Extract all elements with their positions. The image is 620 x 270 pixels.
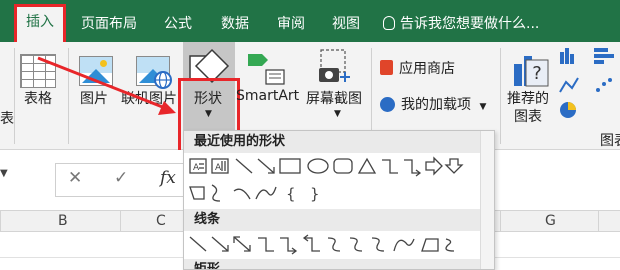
addins-icon — [380, 97, 395, 112]
lightbulb-icon — [383, 16, 395, 30]
right-arrow-shape-icon — [425, 156, 443, 176]
elbow-connector-icon — [382, 159, 398, 174]
shapes-gallery-dropdown: 最近使用的形状 A A { } 线条 矩形 — [183, 130, 495, 270]
tab-review[interactable]: 审阅 — [277, 12, 305, 36]
triangle-shape-icon — [357, 157, 377, 174]
line-chart-icon — [559, 77, 579, 93]
tell-me-search[interactable]: 告诉我您想要做什么... — [383, 12, 539, 36]
charts-group-label: 图表 — [600, 133, 620, 149]
column-separator — [598, 210, 599, 232]
table-button-label: 表格 — [24, 91, 52, 107]
svg-text:?: ? — [532, 63, 542, 84]
store-button[interactable]: 应用商店 — [380, 58, 455, 78]
arrow-icon — [211, 236, 229, 252]
tab-view[interactable]: 视图 — [332, 12, 360, 36]
screenshot-icon — [319, 49, 350, 82]
line-shape-icon — [235, 158, 253, 174]
elbow-double-arrow-icon — [302, 234, 320, 252]
recent-shapes-grid: A A { } — [189, 156, 464, 203]
left-brace-icon: { — [286, 185, 296, 203]
svg-text:A: A — [215, 163, 222, 173]
insert-tab-highlight — [14, 4, 66, 46]
cancel-formula-button[interactable]: ✕ — [68, 168, 82, 188]
lines-header: 线条 — [184, 209, 494, 231]
elbow-arrow-line-icon — [280, 237, 298, 255]
double-arrow-icon — [233, 236, 251, 252]
name-box-dropdown-icon[interactable]: ▼ — [0, 168, 8, 179]
smartart-icon — [248, 54, 285, 85]
my-addins-label: 我的加载项 — [401, 97, 471, 113]
addins-dropdown-caret-icon: ▼ — [479, 102, 487, 112]
curve-shape-icon — [255, 186, 277, 200]
bar-chart-icon — [594, 48, 614, 64]
screenshot-button-label: 屏幕截图 — [306, 91, 362, 107]
table-group-cut-label: 表 — [0, 111, 14, 127]
freeform-line-icon — [421, 238, 439, 252]
group-separator — [500, 48, 501, 144]
column-header-g[interactable]: G — [545, 213, 556, 229]
curved-double-arrow-icon — [371, 237, 385, 252]
chart-types-gallery[interactable] — [558, 44, 618, 122]
online-picture-button-label: 联机图片 — [121, 91, 177, 107]
tell-me-text: 告诉我您想要做什么... — [400, 16, 540, 32]
insert-function-button[interactable]: fx — [160, 168, 176, 188]
curved-connector-icon — [327, 237, 341, 252]
tab-page-layout[interactable]: 页面布局 — [81, 12, 137, 36]
picture-button-label: 图片 — [80, 91, 108, 107]
down-arrow-shape-icon — [444, 158, 464, 174]
vertical-text-box-icon: A — [211, 158, 229, 174]
column-separator — [500, 210, 501, 232]
right-brace-icon: } — [310, 185, 320, 203]
screenshot-dropdown-caret-icon: ▼ — [334, 109, 341, 119]
oval-shape-icon — [307, 158, 329, 174]
svg-text:A: A — [193, 163, 200, 173]
group-separator — [68, 48, 69, 144]
column-chart-icon — [560, 48, 574, 64]
rectangle-shape-icon — [279, 158, 301, 174]
scribble-line-icon — [445, 238, 455, 252]
picture-icon — [79, 56, 113, 86]
store-button-label: 应用商店 — [399, 61, 455, 77]
pie-chart-icon — [560, 102, 576, 118]
elbow-arrow-connector-icon — [404, 159, 422, 177]
recommended-charts-label-1: 推荐的 — [507, 91, 549, 107]
curve-icon — [233, 188, 251, 200]
curve-line-icon — [393, 238, 415, 252]
column-header-c[interactable]: C — [156, 213, 166, 229]
recent-shapes-header: 最近使用的形状 — [184, 131, 494, 153]
group-separator — [14, 48, 15, 144]
scribble-icon — [211, 184, 221, 202]
column-header-b[interactable]: B — [58, 213, 68, 229]
lines-shapes-row — [189, 234, 455, 255]
dropdown-scrollbar[interactable] — [480, 131, 494, 269]
ribbon-tab-bar: 插入 页面布局 公式 数据 审阅 视图 告诉我您想要做什么... — [0, 0, 620, 42]
recommended-charts-icon: ? — [514, 56, 549, 87]
my-addins-button[interactable]: 我的加载项 ▼ — [380, 94, 486, 114]
arrow-line-icon — [257, 158, 275, 174]
tab-data[interactable]: 数据 — [221, 12, 249, 36]
smartart-button-label: SmartArt — [236, 88, 300, 104]
elbow-connector-line-icon — [258, 237, 274, 252]
table-icon — [20, 54, 56, 88]
enter-formula-button[interactable]: ✓ — [114, 168, 128, 188]
scatter-chart-icon — [596, 78, 612, 92]
column-separator — [0, 210, 1, 232]
globe-icon — [154, 71, 172, 89]
rounded-rectangle-icon — [333, 158, 353, 174]
recommended-charts-label-2: 图表 — [514, 109, 542, 125]
curved-arrow-connector-icon — [349, 237, 363, 252]
freeform-shape-icon — [189, 186, 205, 200]
store-bag-icon — [380, 60, 393, 75]
text-box-icon: A — [189, 158, 207, 174]
column-separator — [120, 210, 121, 232]
tab-formulas[interactable]: 公式 — [164, 12, 192, 36]
rectangles-header: 矩形 — [184, 259, 494, 269]
line-icon — [189, 236, 207, 252]
